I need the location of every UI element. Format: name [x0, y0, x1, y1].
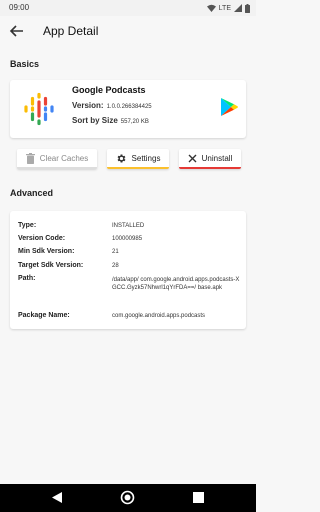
gear-icon — [117, 153, 125, 163]
uninstall-label: Uninstall — [201, 153, 233, 163]
basics-section-title: Basics — [10, 59, 40, 69]
detail-value-min-sdk: 21 — [112, 249, 119, 255]
detail-value-path: /data/app/ com.google.android.apps.podca… — [112, 277, 240, 291]
wifi-icon — [206, 4, 216, 12]
version-row: Version: 1.0.0.266384425 — [72, 101, 152, 110]
settings-button[interactable]: Settings — [107, 149, 169, 169]
clear-caches-label: Clear Caches — [39, 153, 89, 163]
sort-by-size-label[interactable]: Sort by Size — [72, 116, 118, 125]
detail-key-min-sdk: Min Sdk Version: — [18, 248, 75, 255]
app-bar: App Detail — [0, 16, 256, 48]
back-arrow-icon[interactable] — [8, 22, 26, 40]
detail-value-target-sdk: 28 — [112, 263, 119, 269]
detail-key-type: Type: — [18, 222, 37, 229]
google-podcasts-logo — [24, 92, 54, 126]
app-info-card: Google Podcasts Version: 1.0.0.266384425 … — [10, 80, 246, 138]
detail-value-type: INSTALLED — [112, 223, 145, 229]
battery-icon — [245, 3, 250, 13]
app-name: Google Podcasts — [72, 85, 146, 95]
play-store-icon[interactable] — [220, 97, 238, 117]
signal-icon — [234, 4, 242, 12]
version-label: Version: — [72, 101, 104, 110]
size-row: Sort by Size 557,20 KB — [72, 116, 149, 125]
trash-icon — [25, 152, 35, 164]
advanced-details-card: Type: INSTALLED Version Code: 100000985 … — [10, 211, 246, 329]
nav-recents-icon[interactable] — [193, 492, 204, 503]
settings-label: Settings — [131, 153, 161, 163]
status-bar: 09:00 LTE — [0, 0, 256, 16]
nav-home-icon[interactable] — [120, 490, 135, 505]
detail-key-version-code: Version Code: — [18, 235, 66, 242]
status-icons: LTE — [206, 2, 250, 14]
uninstall-button[interactable]: Uninstall — [179, 149, 241, 169]
network-type: LTE — [218, 4, 231, 12]
nav-back-icon[interactable] — [51, 491, 63, 504]
detail-key-target-sdk: Target Sdk Version: — [18, 262, 84, 269]
detail-key-package-name: Package Name: — [18, 312, 70, 319]
detail-value-package-name: com.google.android.apps.podcasts — [112, 313, 206, 319]
version-value: 1.0.0.266384425 — [106, 104, 152, 110]
navigation-bar — [0, 484, 256, 512]
clear-caches-button[interactable]: Clear Caches — [17, 149, 97, 169]
status-time: 09:00 — [9, 3, 30, 12]
close-icon — [188, 154, 197, 162]
detail-key-path: Path: — [18, 275, 36, 282]
page-title: App Detail — [43, 24, 99, 38]
size-value: 557,20 KB — [120, 119, 149, 125]
detail-value-version-code: 100000985 — [112, 236, 143, 242]
advanced-section-title: Advanced — [10, 188, 54, 198]
